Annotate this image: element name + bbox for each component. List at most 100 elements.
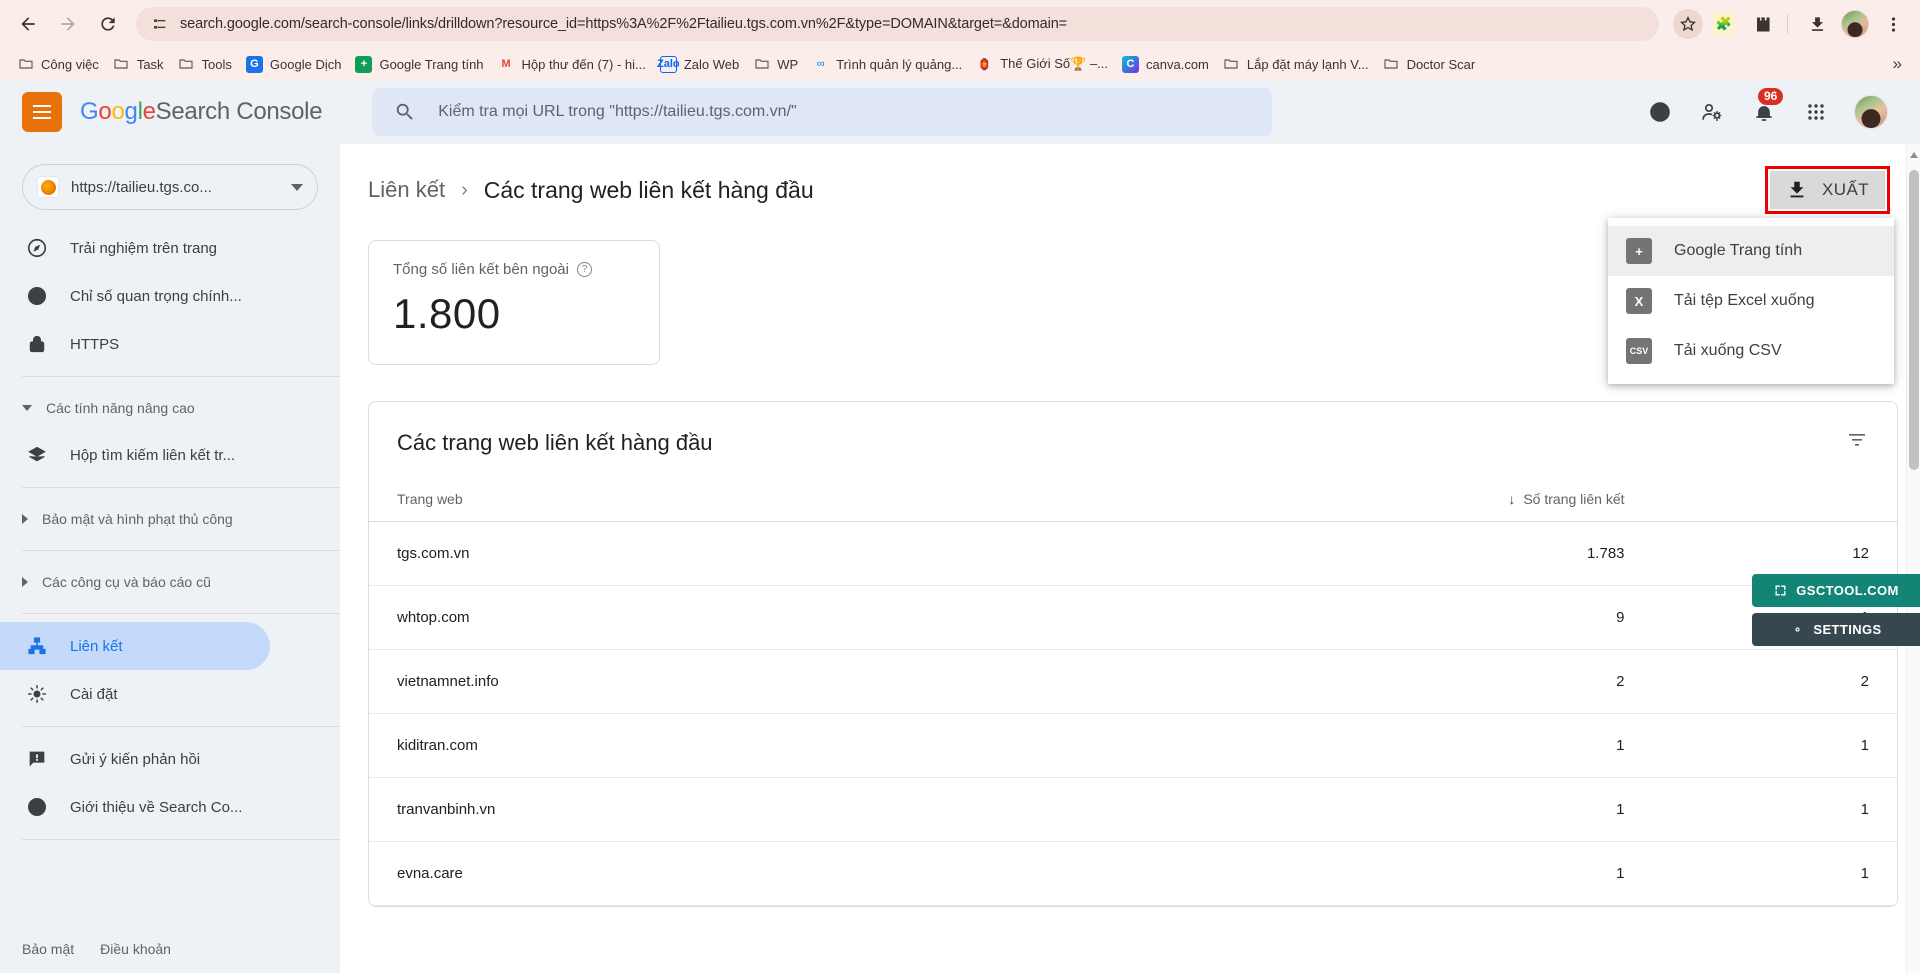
scroll-up-arrow-icon[interactable] (1910, 152, 1918, 158)
table-row[interactable]: vietnamnet.info 2 2 (369, 649, 1897, 714)
help-icon[interactable] (1646, 98, 1674, 126)
settings-badge[interactable]: SETTINGS (1752, 613, 1920, 646)
table-row[interactable]: evna.care 1 1 (369, 841, 1897, 906)
browser-toolbar: search.google.com/search-console/links/d… (0, 0, 1920, 48)
main-scrollbar[interactable] (1906, 144, 1920, 973)
table-row[interactable]: kiditran.com 1 1 (369, 713, 1897, 778)
bookmark-item[interactable]: WP (746, 52, 805, 77)
bookmark-item[interactable]: ∞ Trình quản lý quảng... (805, 52, 969, 77)
help-circle-icon[interactable]: ? (576, 262, 592, 277)
bookmark-item[interactable]: Lắp đặt máy lạnh V... (1216, 52, 1376, 77)
sidebar-item-https[interactable]: HTTPS (0, 320, 270, 368)
property-favicon-icon (37, 176, 59, 198)
hamburger-menu-icon[interactable] (22, 92, 62, 132)
bookmark-item[interactable]: 🏮 Thế Giới Số🏆 –... (969, 52, 1115, 77)
gsctool-badge[interactable]: GSCTOOL.COM (1752, 574, 1920, 607)
menu-item-label: Google Trang tính (1674, 242, 1803, 259)
sidebar-item-settings[interactable]: Cài đặt (0, 670, 270, 718)
google-search-console-logo: GoogleSearch Console (80, 98, 323, 126)
sidebar-group-advanced-features[interactable]: Các tính năng nâng cao (0, 385, 340, 431)
cell-linking-pages: 2 (1255, 649, 1653, 714)
cell-target-pages: 1 (1652, 777, 1897, 842)
cell-site: vietnamnet.info (369, 649, 1256, 714)
extensions-puzzle-icon[interactable] (1745, 7, 1779, 41)
table-row[interactable]: whtop.com 9 1 (369, 585, 1897, 650)
google-translate-icon: G (245, 55, 263, 73)
gsctool-floating-badges: GSCTOOL.COM SETTINGS (1752, 574, 1920, 646)
app-header: GoogleSearch Console Kiểm tra mọi URL tr… (0, 80, 1920, 144)
menu-item-google-sheets[interactable]: + Google Trang tính (1608, 226, 1894, 276)
extension-icon[interactable]: 🧩 (1707, 7, 1741, 41)
terms-link[interactable]: Điều khoản (100, 941, 171, 957)
sidebar-item-page-experience[interactable]: Trải nghiệm trên trang (0, 224, 270, 272)
downloads-icon[interactable] (1800, 7, 1834, 41)
forward-arrow-icon[interactable] (50, 6, 86, 42)
bookmark-item[interactable]: + Google Trang tính (348, 52, 490, 77)
notifications-bell-icon[interactable]: 96 (1750, 88, 1784, 126)
bookmark-item[interactable]: Task (106, 52, 171, 77)
reload-icon[interactable] (90, 6, 126, 42)
cell-linking-pages: 1 (1255, 713, 1653, 778)
menu-item-excel-download[interactable]: X Tải tệp Excel xuống (1608, 276, 1894, 326)
total-external-links-card: Tổng số liên kết bên ngoài ? 1.800 (368, 240, 660, 365)
main-content: Liên kết › Các trang web liên kết hàng đ… (340, 144, 1920, 973)
bookmark-item[interactable]: Tools (171, 52, 239, 77)
table-row[interactable]: tranvanbinh.vn 1 1 (369, 777, 1897, 842)
scrollbar-thumb[interactable] (1909, 170, 1919, 470)
sidebar-item-label: HTTPS (70, 335, 120, 353)
search-placeholder-text: Kiểm tra mọi URL trong "https://tailieu.… (438, 103, 797, 120)
property-selector[interactable]: https://tailieu.tgs.co... (22, 164, 318, 210)
sidebar-item-sitelinks-searchbox[interactable]: Hộp tìm kiếm liên kết tr... (0, 431, 270, 479)
bookmark-item[interactable]: G Google Dịch (239, 52, 349, 77)
menu-item-csv-download[interactable]: CSV Tải xuống CSV (1608, 326, 1894, 376)
logo-letter: g (124, 98, 138, 125)
privacy-link[interactable]: Bảo mật (22, 941, 74, 957)
account-settings-icon[interactable] (1698, 98, 1726, 126)
column-header-linking-pages[interactable]: ↓ Số trang liên kết (1255, 477, 1653, 522)
google-apps-grid-icon[interactable] (1802, 98, 1830, 126)
sidebar-group-security-manual-actions[interactable]: Bảo mật và hình phạt thủ công (0, 496, 340, 542)
back-arrow-icon[interactable] (10, 6, 46, 42)
cell-target-pages: 2 (1652, 649, 1897, 714)
bookmark-item[interactable]: Doctor Scar (1376, 52, 1483, 77)
column-header-site[interactable]: Trang web (369, 477, 1256, 522)
bookmark-item[interactable]: M Hộp thư đến (7) - hi... (491, 52, 653, 77)
header-actions: 96 (1646, 88, 1898, 129)
cell-site: evna.care (369, 841, 1256, 906)
csv-icon: CSV (1626, 338, 1652, 364)
sidebar-group-label: Các tính năng nâng cao (46, 400, 195, 416)
bookmarks-overflow-icon[interactable]: » (1885, 54, 1910, 74)
address-bar[interactable]: search.google.com/search-console/links/d… (136, 7, 1659, 41)
table-row[interactable]: tgs.com.vn 1.783 12 (369, 521, 1897, 586)
column-header-target-pages[interactable] (1652, 477, 1897, 522)
sidebar-item-label: Chỉ số quan trọng chính... (70, 287, 242, 305)
breadcrumb-separator-icon: › (461, 178, 468, 201)
bookmark-star-icon[interactable] (1673, 9, 1703, 39)
expand-icon (1775, 585, 1786, 596)
browser-profile-avatar[interactable] (1838, 7, 1872, 41)
bookmark-item[interactable]: Công việc (10, 52, 106, 77)
url-inspection-search[interactable]: Kiểm tra mọi URL trong "https://tailieu.… (372, 88, 1273, 136)
table-head-row: Trang web ↓ Số trang liên kết (369, 477, 1897, 522)
breadcrumb-parent[interactable]: Liên kết (368, 177, 445, 203)
filter-icon[interactable] (1845, 428, 1869, 457)
sidebar-item-about-search-console[interactable]: Giới thiệu về Search Co... (0, 783, 270, 831)
bookmark-item[interactable]: Zalo Zalo Web (653, 52, 746, 77)
site-settings-icon[interactable] (150, 14, 170, 34)
chrome-menu-icon[interactable] (1876, 7, 1910, 41)
sidebar-item-links[interactable]: Liên kết (0, 622, 270, 670)
bookmark-item[interactable]: C canva.com (1115, 52, 1216, 77)
gsctool-badge-label: GSCTOOL.COM (1796, 583, 1899, 598)
cell-linking-pages: 1 (1255, 777, 1653, 842)
user-avatar[interactable] (1854, 95, 1888, 129)
export-button[interactable]: XUẤT (1770, 171, 1885, 209)
sidebar-item-send-feedback[interactable]: Gửi ý kiến phản hồi (0, 735, 270, 783)
browser-chrome: search.google.com/search-console/links/d… (0, 0, 1920, 80)
chevron-right-icon (22, 514, 28, 524)
bookmark-label: Lắp đặt máy lạnh V... (1246, 56, 1369, 72)
sidebar-divider (22, 376, 340, 377)
export-dropdown-menu: + Google Trang tính X Tải tệp Excel xuốn… (1608, 218, 1894, 384)
sidebar-item-core-web-vitals[interactable]: Chỉ số quan trọng chính... (0, 272, 270, 320)
sidebar-group-legacy-tools[interactable]: Các công cụ và báo cáo cũ (0, 559, 340, 605)
page-header: Liên kết › Các trang web liên kết hàng đ… (368, 144, 1898, 384)
